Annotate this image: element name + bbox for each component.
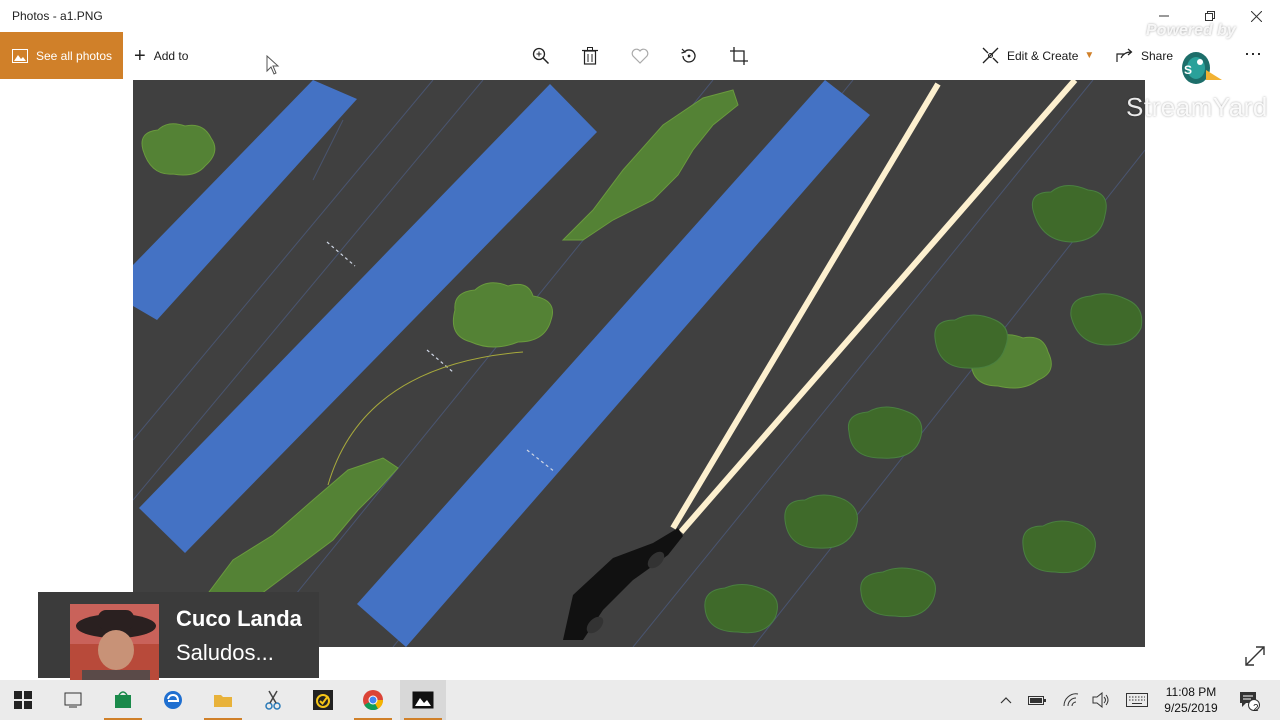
battery-tray[interactable] (1024, 680, 1050, 720)
crop-icon (730, 47, 748, 65)
streamyard-brand: StreamYard (1126, 92, 1268, 122)
rotate-icon (681, 48, 696, 63)
keyboard-tray[interactable] (1120, 680, 1154, 720)
photos-icon (412, 691, 434, 709)
taskbar-app-edge[interactable] (150, 680, 196, 720)
title-bar: Photos - a1.PNG (0, 0, 1280, 32)
fullscreen-button[interactable] (1244, 645, 1266, 672)
see-all-photos-label: See all photos (36, 48, 113, 63)
taskbar-app-store[interactable] (100, 680, 146, 720)
car-silhouette (563, 528, 683, 640)
streamyard-duck-icon: S (1176, 46, 1224, 93)
chrome-icon (363, 690, 384, 711)
favorite-button[interactable] (627, 43, 653, 69)
rotate-button[interactable] (676, 43, 702, 69)
delete-button[interactable] (577, 43, 603, 69)
edge-icon (164, 691, 182, 709)
chevron-down-icon: ▼ (1084, 50, 1095, 61)
mouse-cursor-icon (266, 54, 280, 80)
photo-image (133, 80, 1145, 647)
taskbar-app-explorer[interactable] (200, 680, 246, 720)
share-label: Share (1141, 48, 1174, 63)
minimize-icon (1159, 15, 1169, 17)
edit-create-icon (982, 47, 999, 64)
action-center-button[interactable]: 2 (1234, 680, 1264, 720)
volume-tray[interactable] (1088, 680, 1114, 720)
windows-icon (14, 691, 32, 709)
banner-message: Saludos... (176, 640, 274, 665)
edit-create-label: Edit & Create (1007, 48, 1079, 63)
banner-name: Cuco Landa (176, 606, 302, 631)
clock-date: 9/25/2019 (1164, 701, 1218, 715)
taskbar-app-photos[interactable] (400, 680, 446, 720)
store-icon (115, 691, 131, 708)
crop-button[interactable] (726, 43, 752, 69)
name-banner: Cuco Landa Saludos... (38, 592, 319, 693)
battery-icon (1028, 696, 1046, 705)
see-all-photos-button[interactable]: See all photos (0, 32, 123, 79)
edit-create-button[interactable]: Edit & Create ▼ (982, 32, 1094, 79)
photo-canvas[interactable] (133, 80, 1145, 647)
show-hidden-icons-button[interactable] (994, 680, 1018, 720)
task-view-icon (64, 692, 82, 708)
zoom-icon (532, 47, 550, 65)
zoom-button[interactable] (528, 43, 554, 69)
restore-icon (1205, 11, 1215, 21)
plus-icon: + (134, 44, 146, 67)
add-to-button[interactable]: + Add to (134, 32, 188, 79)
share-icon (1116, 48, 1133, 63)
folder-icon (214, 695, 232, 707)
photo-icon (12, 48, 28, 63)
app-toolbar: See all photos + Add to Edit & Create ▼ … (0, 32, 1280, 79)
headlight-beams (670, 80, 1078, 534)
chevron-up-icon (1000, 697, 1012, 704)
keyboard-icon (1126, 693, 1148, 707)
scissors-icon (265, 690, 281, 710)
window-title: Photos - a1.PNG (12, 9, 103, 23)
taskbar-app-norton[interactable] (300, 680, 346, 720)
taskbar-app-snipping[interactable] (250, 680, 296, 720)
close-button[interactable] (1233, 0, 1279, 32)
network-tray[interactable] (1058, 680, 1084, 720)
close-icon (1250, 10, 1262, 22)
norton-icon (313, 690, 333, 710)
svg-text:S: S (1184, 63, 1192, 77)
taskbar-clock[interactable]: 11:08 PM 9/25/2019 (1152, 684, 1230, 716)
taskbar-app-chrome[interactable] (350, 680, 396, 720)
start-button[interactable] (0, 680, 46, 720)
delete-icon (582, 47, 598, 65)
favorite-icon (631, 48, 649, 64)
task-view-button[interactable] (50, 680, 96, 720)
more-options-button[interactable]: ⋯ (1244, 44, 1263, 65)
notification-count: 2 (1253, 703, 1259, 714)
expand-icon (1245, 646, 1265, 666)
clock-time: 11:08 PM (1165, 685, 1217, 699)
powered-by-text: Powered by (1146, 22, 1236, 39)
add-to-label: Add to (153, 48, 189, 63)
speaker-icon (1092, 692, 1109, 708)
wifi-icon (1063, 693, 1079, 707)
taskbar: 11:08 PM 9/25/2019 2 (0, 680, 1280, 720)
